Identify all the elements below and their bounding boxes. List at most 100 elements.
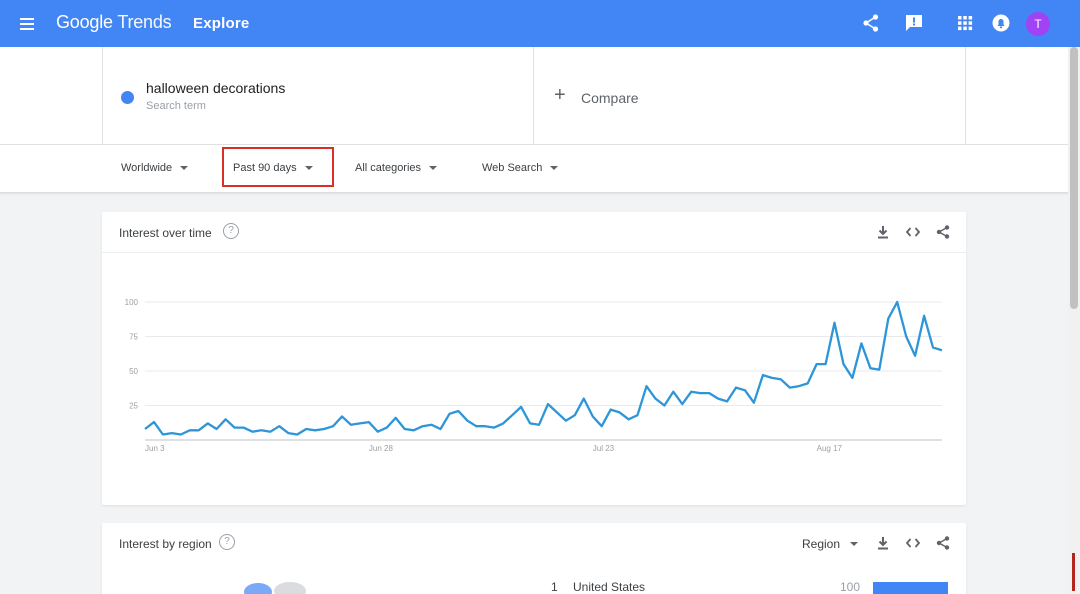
data-point[interactable] [331, 424, 335, 428]
data-point[interactable] [618, 410, 622, 414]
data-point[interactable] [913, 354, 917, 358]
data-point[interactable] [743, 388, 747, 392]
share-icon[interactable] [861, 13, 881, 33]
search-type-filter-dropdown[interactable]: Web Search [482, 162, 559, 174]
data-point[interactable] [143, 427, 147, 431]
data-point[interactable] [161, 432, 165, 436]
data-point[interactable] [779, 377, 783, 381]
region-name[interactable]: United States [573, 580, 645, 594]
data-point[interactable] [859, 341, 863, 345]
data-point[interactable] [671, 390, 675, 394]
data-point[interactable] [510, 413, 514, 417]
data-point[interactable] [707, 391, 711, 395]
data-point[interactable] [627, 417, 631, 421]
data-point[interactable] [385, 426, 389, 430]
data-point[interactable] [492, 426, 496, 430]
data-point[interactable] [528, 421, 532, 425]
series-line[interactable] [144, 300, 943, 436]
region-filter-dropdown[interactable]: Worldwide [121, 162, 189, 174]
data-point[interactable] [286, 431, 290, 435]
data-point[interactable] [555, 410, 559, 414]
google-trends-logo[interactable]: Google Trends [56, 12, 172, 33]
data-point[interactable] [922, 314, 926, 318]
data-point[interactable] [322, 427, 326, 431]
notifications-icon[interactable] [991, 13, 1011, 33]
data-point[interactable] [806, 381, 810, 385]
data-point[interactable] [295, 432, 299, 436]
data-point[interactable] [268, 430, 272, 434]
hamburger-menu-icon[interactable] [16, 12, 38, 34]
data-point[interactable] [376, 430, 380, 434]
help-icon[interactable]: ? [219, 534, 235, 550]
data-point[interactable] [680, 402, 684, 406]
data-point[interactable] [277, 424, 281, 428]
data-point[interactable] [304, 427, 308, 431]
data-point[interactable] [877, 368, 881, 372]
data-point[interactable] [259, 428, 263, 432]
data-point[interactable] [250, 430, 254, 434]
data-point[interactable] [206, 421, 210, 425]
data-point[interactable] [313, 428, 317, 432]
data-point[interactable] [456, 409, 460, 413]
data-point[interactable] [752, 401, 756, 405]
data-point[interactable] [439, 427, 443, 431]
data-point[interactable] [940, 348, 944, 352]
world-map-thumbnail[interactable] [240, 578, 310, 594]
scrollbar-thumb[interactable] [1070, 47, 1078, 309]
data-point[interactable] [537, 423, 541, 427]
data-point[interactable] [725, 399, 729, 403]
region-resolution-dropdown[interactable]: Region [802, 537, 859, 551]
interest-over-time-chart[interactable]: 25 50 75 100 Jun 3 Jun 28 Jul 23 Aug 17 [102, 254, 966, 504]
data-point[interactable] [770, 376, 774, 380]
category-filter-dropdown[interactable]: All categories [355, 162, 438, 174]
data-point[interactable] [465, 419, 469, 423]
data-point[interactable] [734, 386, 738, 390]
data-point[interactable] [242, 426, 246, 430]
embed-code-icon[interactable] [905, 535, 921, 551]
data-point[interactable] [215, 427, 219, 431]
data-point[interactable] [564, 419, 568, 423]
account-avatar[interactable]: T [1026, 12, 1050, 36]
data-point[interactable] [868, 366, 872, 370]
compare-button[interactable]: + Compare [534, 47, 966, 145]
data-point[interactable] [797, 384, 801, 388]
data-point[interactable] [850, 376, 854, 380]
data-point[interactable] [430, 423, 434, 427]
data-point[interactable] [224, 417, 228, 421]
data-point[interactable] [197, 428, 201, 432]
data-point[interactable] [931, 346, 935, 350]
embed-code-icon[interactable] [905, 224, 921, 240]
feedback-icon[interactable] [904, 13, 924, 33]
data-point[interactable] [573, 413, 577, 417]
data-point[interactable] [698, 391, 702, 395]
share-icon[interactable] [935, 224, 951, 240]
data-point[interactable] [447, 412, 451, 416]
data-point[interactable] [591, 415, 595, 419]
search-term-text[interactable]: halloween decorations [146, 80, 285, 96]
download-icon[interactable] [875, 224, 891, 240]
page-scrollbar[interactable] [1068, 47, 1080, 594]
data-point[interactable] [233, 426, 237, 430]
data-point[interactable] [179, 432, 183, 436]
data-point[interactable] [170, 431, 174, 435]
data-point[interactable] [609, 408, 613, 412]
data-point[interactable] [519, 405, 523, 409]
data-point[interactable] [546, 402, 550, 406]
data-point[interactable] [340, 415, 344, 419]
data-point[interactable] [886, 317, 890, 321]
data-point[interactable] [403, 427, 407, 431]
data-point[interactable] [788, 386, 792, 390]
data-point[interactable] [815, 362, 819, 366]
data-point[interactable] [188, 428, 192, 432]
data-point[interactable] [716, 397, 720, 401]
data-point[interactable] [349, 423, 353, 427]
data-point[interactable] [841, 362, 845, 366]
data-point[interactable] [412, 428, 416, 432]
data-point[interactable] [367, 420, 371, 424]
data-point[interactable] [152, 420, 156, 424]
data-point[interactable] [483, 424, 487, 428]
data-point[interactable] [689, 390, 693, 394]
data-point[interactable] [358, 421, 362, 425]
data-point[interactable] [636, 413, 640, 417]
share-icon[interactable] [935, 535, 951, 551]
